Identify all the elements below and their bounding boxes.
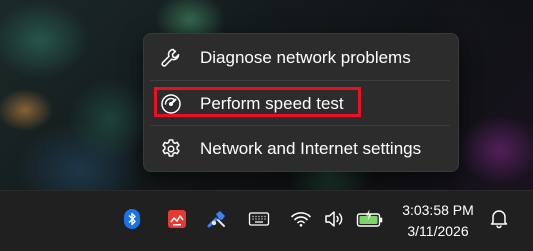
volume-icon[interactable]: [323, 208, 345, 230]
app-red-monitor-icon[interactable]: [166, 208, 188, 230]
menu-item-network-settings[interactable]: Network and Internet settings: [144, 127, 458, 171]
menu-item-diagnose-network[interactable]: Diagnose network problems: [144, 36, 458, 80]
bluetooth-icon[interactable]: [121, 208, 143, 230]
menu-item-label: Perform speed test: [200, 94, 344, 113]
wifi-icon[interactable]: [290, 208, 312, 230]
wrench-icon: [159, 46, 183, 70]
clock-date: 3/11/2026: [407, 223, 469, 239]
battery-charging-icon[interactable]: [356, 208, 384, 230]
menu-item-speed-test[interactable]: Perform speed test: [144, 82, 458, 126]
gear-icon: [159, 137, 183, 161]
keyboard-icon[interactable]: [248, 208, 270, 230]
menu-separator: [150, 80, 450, 81]
menu-item-label: Diagnose network problems: [200, 48, 411, 67]
speedometer-icon: [159, 92, 183, 116]
taskbar-clock[interactable]: 3:03:58 PM 3/11/2026: [392, 200, 484, 242]
menu-separator: [150, 125, 450, 126]
menu-item-label: Network and Internet settings: [200, 139, 422, 158]
network-tool-icon[interactable]: [206, 208, 228, 230]
clock-time: 3:03:58 PM: [402, 202, 474, 218]
network-context-menu: Diagnose network problems Perform speed …: [143, 33, 459, 172]
bell-icon[interactable]: [488, 207, 510, 229]
